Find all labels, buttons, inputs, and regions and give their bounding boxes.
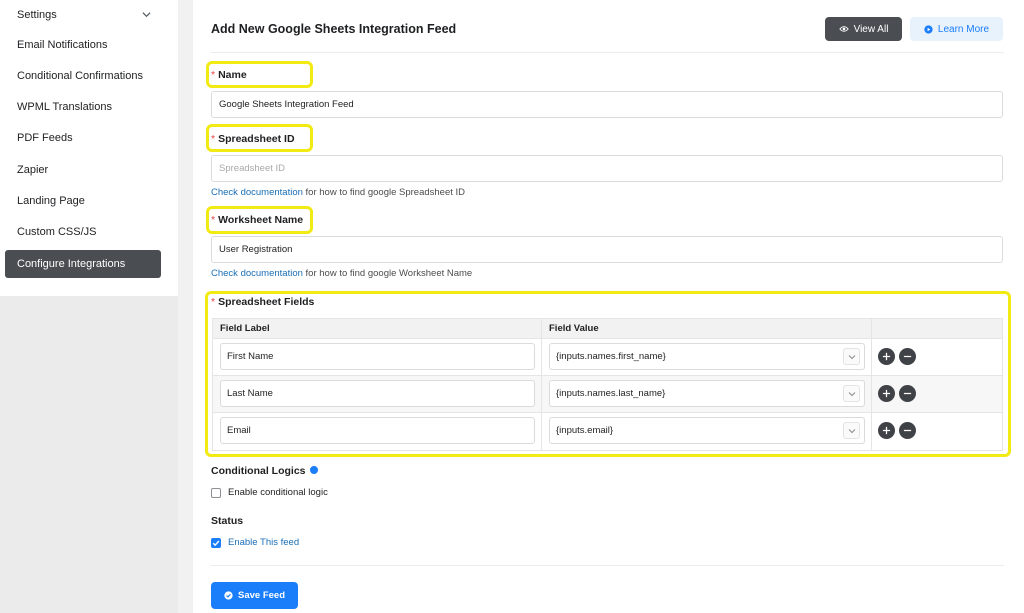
spreadsheet-id-label-text: Spreadsheet ID [218, 133, 295, 145]
page-title: Add New Google Sheets Integration Feed [211, 22, 457, 36]
worksheet-name-input[interactable]: User Registration [211, 236, 1003, 263]
chevron-down-icon [142, 12, 151, 18]
sidebar-item-landing-page[interactable]: Landing Page [5, 187, 161, 215]
checkmark-icon [212, 540, 220, 546]
required-marker: * [211, 133, 216, 145]
spreadsheet-id-help: Check documentation for how to find goog… [211, 187, 465, 198]
learn-more-button[interactable]: Learn More [910, 17, 1003, 41]
enable-conditional-logic-label: Enable conditional logic [228, 487, 328, 498]
required-marker: * [211, 69, 216, 81]
learn-more-label: Learn More [937, 23, 990, 35]
sidebar-item-label: Custom CSS/JS [17, 226, 97, 238]
integration-feed-card: Add New Google Sheets Integration Feed V… [193, 0, 1024, 613]
conditional-logics-label: Conditional Logics [211, 465, 306, 477]
worksheet-name-label: * Worksheet Name [211, 214, 303, 226]
sidebar-item-label: Landing Page [17, 195, 85, 207]
save-feed-label: Save Feed [238, 590, 285, 601]
plus-icon [882, 352, 891, 361]
column-header-field-value: Field Value [549, 323, 599, 334]
divider [211, 52, 1004, 53]
plus-icon [882, 389, 891, 398]
conditional-logics-heading: Conditional Logics [211, 465, 318, 477]
sidebar-item-wpml-translations[interactable]: WPML Translations [5, 93, 161, 121]
spreadsheet-fields-label: * Spreadsheet Fields [211, 296, 314, 308]
chevron-down-icon[interactable] [843, 422, 860, 439]
sidebar-item-pdf-feeds[interactable]: PDF Feeds [5, 124, 161, 152]
field-label-input[interactable]: First Name [220, 343, 535, 370]
spreadsheet-id-input[interactable]: Spreadsheet ID [211, 155, 1003, 182]
table-row: Email {inputs.email} [213, 412, 1002, 449]
check-circle-icon [224, 591, 233, 600]
spreadsheet-id-label: * Spreadsheet ID [211, 133, 295, 145]
minus-icon [903, 392, 912, 395]
column-divider [871, 319, 872, 450]
add-row-button[interactable] [878, 348, 895, 365]
field-value-text: {inputs.email} [556, 425, 614, 436]
enable-conditional-logic-row[interactable]: Enable conditional logic [211, 487, 328, 498]
help-text: for how to find google Worksheet Name [302, 268, 473, 279]
enable-feed-label: Enable This feed [228, 537, 300, 548]
play-circle-icon [924, 24, 933, 34]
field-value-text: {inputs.names.last_name} [556, 388, 666, 399]
plus-icon [882, 426, 891, 435]
sidebar-item-settings[interactable]: Settings [5, 1, 161, 29]
eye-icon [838, 26, 849, 32]
column-divider [541, 319, 542, 450]
worksheet-name-help: Check documentation for how to find goog… [211, 268, 472, 279]
check-documentation-link[interactable]: Check documentation [211, 187, 303, 198]
divider [211, 565, 1004, 566]
view-all-label: View All [853, 23, 889, 35]
sidebar-item-label: Settings [17, 9, 57, 21]
name-input[interactable]: Google Sheets Integration Feed [211, 91, 1003, 118]
chevron-down-icon[interactable] [843, 385, 860, 402]
field-value-select[interactable]: {inputs.names.first_name} [549, 343, 865, 370]
column-header-field-label: Field Label [220, 323, 270, 334]
add-row-button[interactable] [878, 422, 895, 439]
name-label-text: Name [218, 69, 247, 81]
field-label-input[interactable]: Email [220, 417, 535, 444]
check-documentation-link[interactable]: Check documentation [211, 268, 303, 279]
chevron-down-icon[interactable] [843, 348, 860, 365]
name-label: * Name [211, 69, 247, 81]
sidebar-item-zapier[interactable]: Zapier [5, 156, 161, 184]
enable-feed-row[interactable]: Enable This feed [211, 537, 299, 548]
sidebar-item-label: WPML Translations [17, 101, 112, 113]
sidebar-item-label: Zapier [17, 164, 49, 176]
minus-icon [903, 355, 912, 358]
sidebar-item-custom-css-js[interactable]: Custom CSS/JS [5, 218, 161, 246]
sidebar-item-label: Conditional Confirmations [17, 70, 143, 82]
sidebar-item-conditional-confirmations[interactable]: Conditional Confirmations [5, 62, 161, 90]
sidebar-item-label: Email Notifications [17, 39, 108, 51]
table-row: Last Name {inputs.names.last_name} [213, 375, 1002, 412]
required-marker: * [211, 296, 216, 308]
minus-icon [903, 429, 912, 432]
info-icon[interactable] [309, 466, 318, 474]
enable-conditional-logic-checkbox[interactable] [211, 487, 221, 498]
remove-row-button[interactable] [899, 385, 916, 402]
required-marker: * [211, 214, 216, 226]
field-value-text: {inputs.names.first_name} [556, 351, 666, 362]
sidebar-item-label: PDF Feeds [17, 132, 73, 144]
spreadsheet-fields-label-text: Spreadsheet Fields [218, 296, 315, 308]
add-row-button[interactable] [878, 385, 895, 402]
field-label-input[interactable]: Last Name [220, 380, 535, 407]
field-value-select[interactable]: {inputs.email} [549, 417, 865, 444]
status-label: Status [211, 515, 244, 527]
sidebar-menu: Settings Email Notifications Conditional… [0, 0, 178, 296]
view-all-button[interactable]: View All [825, 17, 902, 41]
sidebar-item-label: Configure Integrations [17, 258, 126, 270]
remove-row-button[interactable] [899, 422, 916, 439]
save-feed-button[interactable]: Save Feed [211, 582, 298, 609]
field-value-select[interactable]: {inputs.names.last_name} [549, 380, 865, 407]
spreadsheet-fields-table: Field Label Field Value First Name {inpu… [212, 318, 1003, 451]
sidebar: Settings Email Notifications Conditional… [0, 0, 178, 613]
remove-row-button[interactable] [899, 348, 916, 365]
sidebar-item-configure-integrations[interactable]: Configure Integrations [5, 250, 161, 278]
help-text: for how to find google Spreadsheet ID [302, 187, 466, 198]
worksheet-name-label-text: Worksheet Name [218, 214, 304, 226]
enable-feed-checkbox[interactable] [211, 537, 221, 548]
sidebar-item-email-notifications[interactable]: Email Notifications [5, 31, 161, 59]
table-row: First Name {inputs.names.first_name} [213, 338, 1002, 375]
table-header: Field Label Field Value [213, 319, 1002, 338]
